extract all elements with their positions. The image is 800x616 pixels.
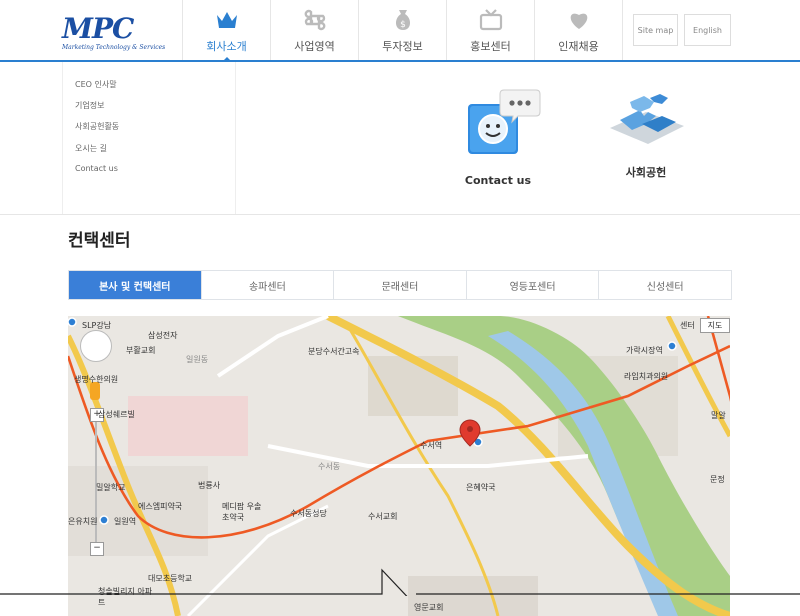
place-label: 영문교회 <box>414 603 444 612</box>
nav-label: 회사소개 <box>206 40 247 53</box>
command-icon <box>271 8 358 32</box>
place-label: 문정 <box>710 475 725 484</box>
submenu-item-directions[interactable]: 오시는 길 <box>75 143 107 154</box>
nav-item-business[interactable]: 사업영역 <box>270 0 358 60</box>
logo-mark: MPC <box>62 12 134 45</box>
place-label: 말알 <box>711 411 726 420</box>
tab-yeongdeungpo[interactable]: 영등포센터 <box>465 271 599 299</box>
place-label: 메디팜 우솔초약국 <box>222 502 262 522</box>
tab-headquarters[interactable]: 본사 및 컨택센터 <box>69 271 201 299</box>
submenu-panel: CEO 인사말 기업정보 사회공헌활동 오시는 길 Contact us Con… <box>0 62 800 215</box>
promo-contact[interactable]: Contact us <box>462 86 541 187</box>
place-label: 밀알학교 <box>96 483 126 492</box>
submenu-item-ceo[interactable]: CEO 인사말 <box>75 79 117 90</box>
place-label: 수서교회 <box>368 512 398 521</box>
place-label: SLP강남 <box>82 321 112 330</box>
header: MPC Marketing Technology & Services 회사소개… <box>0 0 800 62</box>
submenu-item-csr[interactable]: 사회공헌활동 <box>75 121 119 132</box>
place-label: 은유치원 <box>68 517 98 526</box>
promo-contact-label: Contact us <box>464 174 532 187</box>
center-tabs: 본사 및 컨택센터 송파센터 문래센터 영등포센터 신성센터 <box>68 270 732 300</box>
place-label: 부활교회 <box>126 346 156 355</box>
district-label: 일원동 <box>186 355 209 364</box>
overlay-line <box>0 568 800 596</box>
money-bag-icon: $ <box>359 8 446 32</box>
tab-mullae[interactable]: 문래센터 <box>333 271 466 299</box>
nav-label: 홍보센터 <box>470 40 511 53</box>
place-label: 가락시장역 <box>626 346 663 355</box>
english-button[interactable]: English <box>684 14 731 46</box>
place-label: 법룡사 <box>198 481 221 490</box>
place-label: 일원역 <box>114 517 137 526</box>
place-label: 분당수서간고속 <box>308 347 360 356</box>
promo-csr-label: 사회공헌 <box>625 166 667 179</box>
sitemap-button[interactable]: Site map <box>633 14 678 46</box>
map-type-button[interactable]: 지도 <box>700 318 730 333</box>
nav-item-pr[interactable]: 홍보센터 <box>446 0 534 60</box>
chat-face-icon <box>468 89 541 154</box>
district-label: 수서동 <box>318 462 341 471</box>
crown-icon <box>183 8 270 32</box>
submenu-item-info[interactable]: 기업정보 <box>75 100 104 111</box>
page-title: 컨택센터 <box>68 231 131 251</box>
submenu-item-contact[interactable]: Contact us <box>75 164 118 173</box>
place-label: 생명수한의원 <box>74 375 119 384</box>
nav-label: 투자정보 <box>382 40 423 53</box>
submenu-list: CEO 인사말 기업정보 사회공헌활동 오시는 길 Contact us <box>62 62 236 214</box>
logo-tagline: Marketing Technology & Services <box>62 44 166 51</box>
main-nav: 회사소개 사업영역 $ 투자정보 홍보센터 인재채용 <box>182 0 623 62</box>
place-label: 라임치과의원 <box>624 372 669 381</box>
tv-icon <box>447 8 534 32</box>
place-label: 삼성쉐르빌 <box>98 410 135 419</box>
nav-item-company[interactable]: 회사소개 <box>182 0 270 62</box>
svg-text:$: $ <box>400 20 406 30</box>
logo[interactable]: MPC Marketing Technology & Services <box>62 12 166 54</box>
nav-item-recruit[interactable]: 인재채용 <box>534 0 623 60</box>
place-label: 삼성전자 <box>148 331 178 340</box>
place-label: 에스엠피약국 <box>138 502 183 511</box>
zoom-out-button[interactable]: − <box>90 542 104 556</box>
place-label: 수서역 <box>420 441 443 450</box>
nav-label: 인재채용 <box>558 40 599 53</box>
tab-sinseong[interactable]: 신성센터 <box>598 271 731 299</box>
puzzle-icon <box>610 94 684 144</box>
nav-item-investor[interactable]: $ 투자정보 <box>358 0 446 60</box>
place-label: 센터 <box>680 321 695 330</box>
place-label: 은혜약국 <box>466 483 496 492</box>
nav-label: 사업영역 <box>294 40 335 53</box>
tab-songpa[interactable]: 송파센터 <box>200 271 334 299</box>
promo-csr[interactable]: 사회공헌 <box>606 90 686 180</box>
pan-control[interactable] <box>80 330 112 362</box>
place-label: 수서동성당 <box>290 509 327 518</box>
heart-icon <box>535 8 622 32</box>
